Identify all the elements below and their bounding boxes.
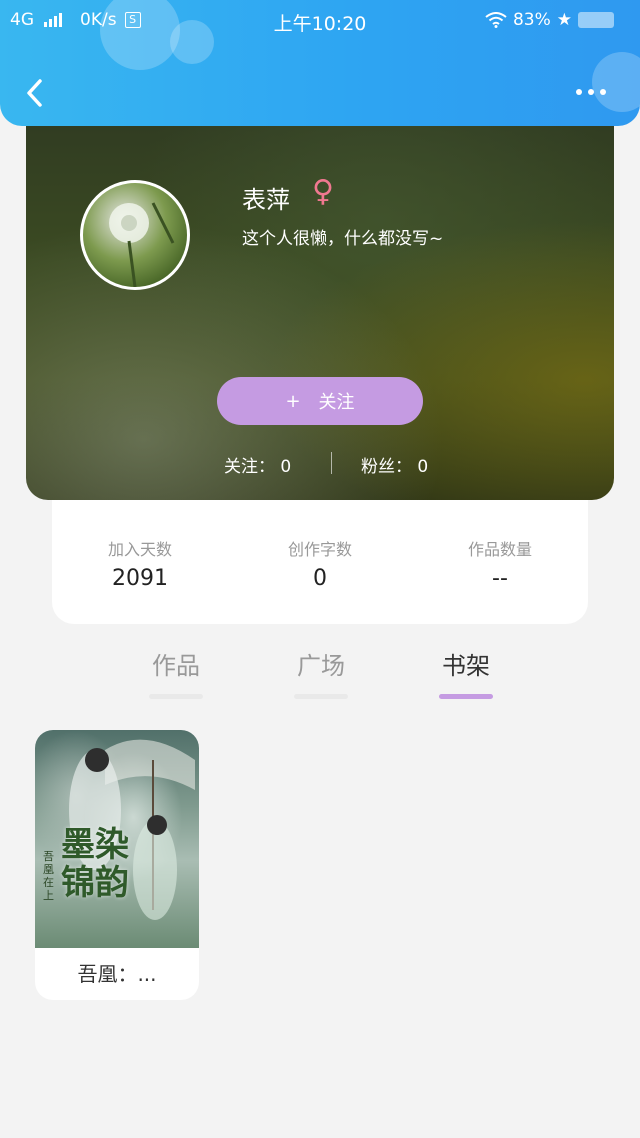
tab-works[interactable]: 作品 [131, 646, 221, 699]
star-icon: ★ [556, 10, 572, 30]
follow-stats: 关注： 0 粉丝： 0 [26, 450, 614, 480]
stat-value: 0 [313, 566, 327, 591]
divider [331, 452, 332, 474]
book-title: 吾凰：... [77, 962, 157, 986]
more-dot [588, 89, 594, 95]
more-button[interactable] [576, 80, 610, 104]
wifi-icon [485, 12, 507, 28]
plus-icon: + [285, 390, 301, 412]
stat-works-count: 作品数量 -- [430, 536, 570, 591]
tab-square[interactable]: 广场 [276, 646, 366, 699]
tab-label: 作品 [152, 652, 200, 680]
follow-label: 关注 [318, 392, 355, 413]
tab-indicator [149, 694, 203, 699]
battery-level: 83% [512, 10, 551, 30]
stat-label: 加入天数 [107, 540, 172, 559]
stat-label: 作品数量 [467, 540, 532, 559]
status-bar: 4G 0K/s S 上午10:20 83% ★ [0, 0, 640, 44]
stat-value: -- [492, 566, 508, 591]
username: 表萍 [242, 186, 290, 214]
female-icon: ♀ [312, 174, 334, 209]
chevron-left-icon [27, 79, 42, 107]
more-dot [576, 89, 582, 95]
stat-label: 创作字数 [287, 540, 352, 559]
stat-join-days: 加入天数 2091 [70, 536, 210, 591]
blurred-area [578, 12, 614, 28]
stat-value: 2091 [112, 566, 168, 591]
more-dot [600, 89, 606, 95]
cover-author: 吾凰在上 [43, 850, 54, 902]
tab-bar: 作品 广场 书架 [0, 640, 640, 700]
profile-header: 表萍 ♀ 这个人很懒，什么都没写~ + 关注 关注： 0 粉丝： 0 [26, 100, 614, 500]
book-cover: 吾凰在上 墨染锦韵 [35, 730, 199, 948]
bio: 这个人很懒，什么都没写~ [242, 229, 444, 249]
stat-word-count: 创作字数 0 [250, 536, 390, 591]
tab-indicator [294, 694, 348, 699]
stats-card: 加入天数 2091 创作字数 0 作品数量 -- [52, 500, 588, 624]
tab-label: 广场 [297, 652, 345, 680]
fans-count[interactable]: 粉丝： 0 [361, 452, 428, 477]
following-count[interactable]: 关注： 0 [224, 452, 291, 477]
back-button[interactable] [24, 78, 46, 107]
follow-button[interactable]: + 关注 [217, 377, 423, 425]
tab-bookshelf[interactable]: 书架 [421, 646, 511, 699]
tab-indicator [439, 694, 493, 699]
book-card[interactable]: 吾凰在上 墨染锦韵 吾凰：... [35, 730, 199, 1000]
tab-label: 书架 [442, 652, 490, 680]
dandelion-image [109, 202, 175, 287]
top-bar: 4G 0K/s S 上午10:20 83% ★ [0, 0, 640, 126]
avatar[interactable] [80, 180, 190, 290]
cover-title: 墨染锦韵 [61, 825, 129, 903]
